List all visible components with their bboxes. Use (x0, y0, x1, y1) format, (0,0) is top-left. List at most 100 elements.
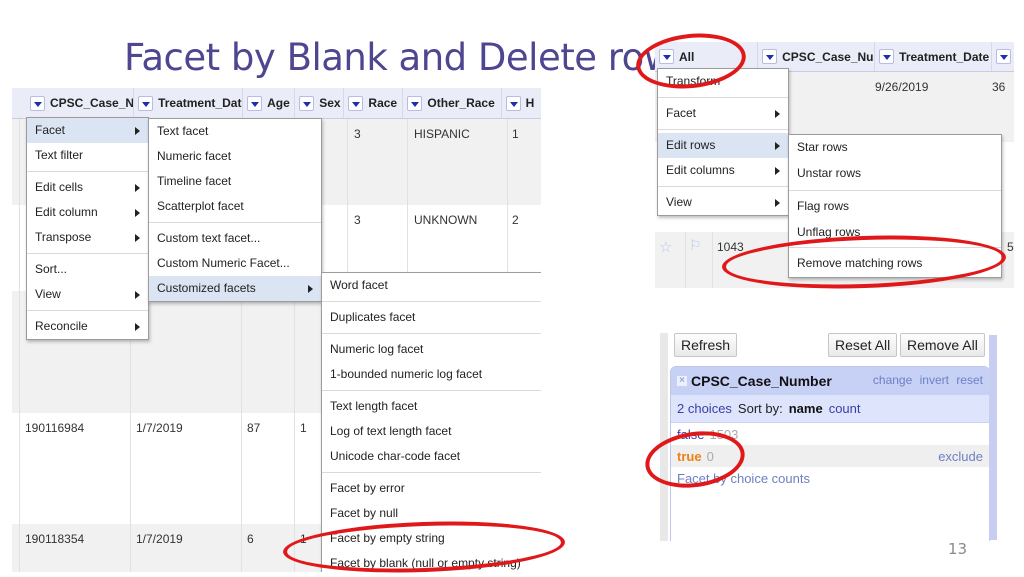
facet-panel: Refresh Reset All Remove All × CPSC_Case… (660, 333, 1000, 541)
dropdown-arrow-icon[interactable] (247, 95, 263, 111)
dropdown-arrow-icon[interactable] (762, 49, 778, 64)
column-header-sex[interactable]: Sex (295, 88, 345, 118)
menu-item-edit-rows[interactable]: Edit rows (658, 133, 788, 158)
menu-item-custom-text-facet[interactable]: Custom text facet... (149, 226, 321, 251)
menu-item-facet[interactable]: Facet (658, 101, 788, 126)
menu-item-text-length-facet[interactable]: Text length facet (322, 394, 541, 419)
menu-item-numeric-log-facet[interactable]: Numeric log facet (322, 337, 541, 362)
menu-item-view[interactable]: View (658, 190, 788, 215)
menu-separator (789, 190, 1001, 191)
column-divider (712, 232, 713, 288)
menu-item-facet-by-error[interactable]: Facet by error (322, 476, 541, 501)
dropdown-arrow-icon[interactable] (879, 49, 895, 64)
menu-item-edit-column[interactable]: Edit column (27, 200, 148, 225)
menu-item-star-rows[interactable]: Star rows (789, 135, 1001, 161)
remove-all-button[interactable]: Remove All (900, 333, 985, 357)
menu-separator (658, 97, 788, 98)
facet-submenu: Text facet Numeric facet Timeline facet … (148, 118, 322, 302)
submenu-arrow-icon (135, 291, 140, 299)
column-divider (19, 119, 20, 572)
column-header-treatment-date[interactable]: Treatment_Date (134, 88, 244, 118)
sort-by-name[interactable]: name (789, 401, 823, 416)
menu-item-log-text-length-facet[interactable]: Log of text length facet (322, 419, 541, 444)
menu-item-edit-columns[interactable]: Edit columns (658, 158, 788, 183)
sort-by-count[interactable]: count (829, 401, 861, 416)
menu-item-remove-matching-rows[interactable]: Remove matching rows (789, 251, 1001, 277)
column-header-race[interactable]: Race (344, 88, 404, 118)
submenu-arrow-icon (775, 110, 780, 118)
menu-item-unflag-rows[interactable]: Unflag rows (789, 220, 1001, 244)
dropdown-arrow-icon[interactable] (505, 95, 521, 111)
column-header-cpsc[interactable]: CPSC_Case_Nu (758, 42, 876, 71)
facet-box: × CPSC_Case_Number change invert reset 2… (670, 366, 990, 541)
column-header-treatment-date[interactable]: Treatment_Date (875, 42, 993, 71)
facet-choice-true[interactable]: true 0 exclude (671, 445, 989, 467)
dropdown-arrow-icon[interactable] (996, 49, 1012, 64)
menu-item-facet-by-blank[interactable]: Facet by blank (null or empty string) (322, 551, 541, 572)
submenu-arrow-icon (135, 234, 140, 242)
menu-item-reconcile[interactable]: Reconcile (27, 314, 148, 339)
menu-item-timeline-facet[interactable]: Timeline facet (149, 169, 321, 194)
menu-item-flag-rows[interactable]: Flag rows (789, 194, 1001, 220)
facet-sort-bar: 2 choices Sort by: name count (671, 395, 989, 423)
menu-separator (658, 186, 788, 187)
menu-item-facet-by-empty-string[interactable]: Facet by empty string (322, 526, 541, 551)
column-header-age[interactable]: Age (243, 88, 296, 118)
menu-item-custom-numeric-facet[interactable]: Custom Numeric Facet... (149, 251, 321, 276)
menu-item-unstar-rows[interactable]: Unstar rows (789, 161, 1001, 187)
column-header-next[interactable] (992, 42, 1014, 71)
close-icon[interactable]: × (677, 376, 687, 386)
menu-separator (322, 333, 541, 334)
all-dropdown-menu: Transform Facet Edit rows Edit columns V… (657, 68, 789, 216)
facet-choice-false[interactable]: false 1503 (671, 423, 989, 445)
column-header-cpsc[interactable]: CPSC_Case_Nu (26, 88, 135, 118)
menu-item-customized-facets[interactable]: Customized facets (149, 276, 321, 301)
refresh-button[interactable]: Refresh (674, 333, 738, 357)
change-link[interactable]: change (873, 373, 912, 387)
column-header-other-race[interactable]: Other_Race (403, 88, 502, 118)
menu-item-text-filter[interactable]: Text filter (27, 143, 148, 168)
menu-item-text-facet[interactable]: Text facet (149, 119, 321, 144)
invert-link[interactable]: invert (920, 373, 949, 387)
menu-item-bounded-numeric-log-facet[interactable]: 1-bounded numeric log facet (322, 362, 541, 387)
reset-all-button[interactable]: Reset All (828, 333, 898, 357)
menu-separator (27, 171, 148, 172)
submenu-arrow-icon (308, 285, 313, 293)
exclude-link[interactable]: exclude (938, 449, 983, 464)
menu-item-facet-by-null[interactable]: Facet by null (322, 501, 541, 526)
menu-separator (322, 472, 541, 473)
submenu-arrow-icon (775, 199, 780, 207)
slide-title: Facet by Blank and Delete rows (124, 36, 693, 79)
menu-item-edit-cells[interactable]: Edit cells (27, 175, 148, 200)
menu-item-sort[interactable]: Sort... (27, 257, 148, 282)
menu-item-transform[interactable]: Transform (658, 69, 788, 94)
menu-item-word-facet[interactable]: Word facet (322, 273, 541, 298)
menu-item-numeric-facet[interactable]: Numeric facet (149, 144, 321, 169)
dropdown-arrow-icon[interactable] (407, 95, 423, 111)
facet-by-choice-counts-link[interactable]: Facet by choice counts (671, 467, 989, 489)
dropdown-arrow-icon[interactable] (659, 49, 674, 64)
facet-header: × CPSC_Case_Number change invert reset (671, 367, 989, 395)
menu-item-facet[interactable]: Facet (27, 118, 148, 143)
menu-item-scatterplot-facet[interactable]: Scatterplot facet (149, 194, 321, 219)
menu-item-transpose[interactable]: Transpose (27, 225, 148, 250)
facet-links: change invert reset (869, 373, 983, 387)
scrollbar[interactable] (660, 333, 668, 541)
dropdown-arrow-icon[interactable] (138, 95, 154, 111)
dropdown-arrow-icon[interactable] (348, 95, 364, 111)
column-header-h[interactable]: H (502, 88, 541, 118)
flag-icon[interactable]: ⚐ (689, 237, 702, 254)
menu-item-unicode-char-code-facet[interactable]: Unicode char-code facet (322, 444, 541, 469)
menu-item-duplicates-facet[interactable]: Duplicates facet (322, 305, 541, 330)
submenu-arrow-icon (775, 167, 780, 175)
column-header-all[interactable]: All (655, 42, 759, 71)
menu-item-view[interactable]: View (27, 282, 148, 307)
dropdown-arrow-icon[interactable] (30, 95, 45, 111)
sort-by-label: Sort by: (737, 401, 783, 416)
dropdown-arrow-icon[interactable] (299, 95, 315, 111)
menu-separator (322, 390, 541, 391)
menu-separator (789, 247, 1001, 248)
menu-separator (149, 222, 321, 223)
star-icon[interactable]: ☆ (659, 238, 672, 256)
reset-link[interactable]: reset (956, 373, 983, 387)
